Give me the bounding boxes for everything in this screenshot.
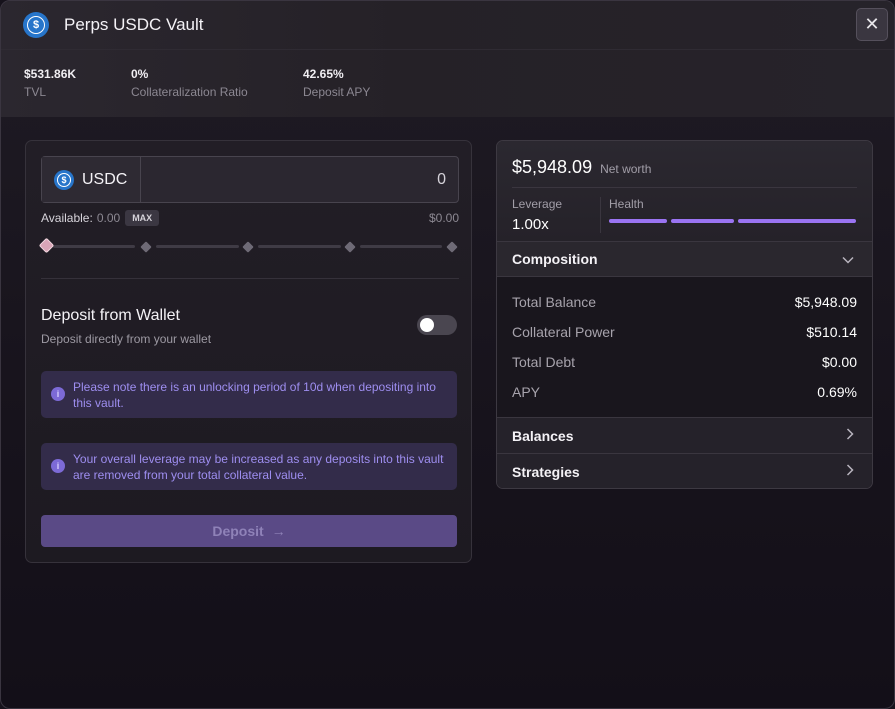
leverage-label: Leverage bbox=[512, 197, 563, 211]
leverage-value: 1.00x bbox=[512, 216, 549, 233]
available-row: Available: 0.00 MAX $0.00 bbox=[41, 210, 459, 226]
chevron-right-icon bbox=[846, 464, 854, 479]
modal-title: Perps USDC Vault bbox=[64, 15, 204, 34]
slider-thumb[interactable] bbox=[38, 237, 55, 254]
stat-value: 0% bbox=[131, 67, 149, 81]
stat-collateralization-ratio: 0% Collateralization Ratio bbox=[131, 67, 248, 99]
net-worth-section: $5,948.09 Net worth Leverage 1.00x Healt… bbox=[497, 141, 872, 241]
balances-label: Balances bbox=[512, 427, 574, 444]
title-row: $ Perps USDC Vault bbox=[23, 12, 204, 38]
slider-track bbox=[258, 245, 341, 248]
health-bar-segment bbox=[609, 219, 667, 223]
vault-header: $ Perps USDC Vault ✕ $531.86K TVL 0% Col… bbox=[1, 1, 894, 117]
vault-modal: $ Perps USDC Vault ✕ $531.86K TVL 0% Col… bbox=[0, 0, 895, 709]
amount-field: $ USDC bbox=[41, 156, 459, 203]
close-button[interactable]: ✕ bbox=[856, 8, 888, 41]
row-label: APY bbox=[512, 384, 541, 400]
composition-row-total-debt: Total Debt $0.00 bbox=[512, 354, 857, 370]
net-worth-divider bbox=[512, 187, 857, 188]
composition-list: Total Balance $5,948.09 Collateral Power… bbox=[497, 277, 872, 417]
usdc-coin-icon: $ bbox=[23, 12, 49, 38]
health: Health bbox=[609, 197, 644, 211]
stat-label: Collateralization Ratio bbox=[131, 85, 248, 99]
stat-tvl: $531.86K TVL bbox=[24, 67, 76, 99]
health-bar-segment bbox=[671, 219, 734, 223]
deposit-button[interactable]: Deposit → bbox=[41, 515, 457, 547]
close-icon: ✕ bbox=[864, 14, 880, 34]
token-symbol: USDC bbox=[82, 170, 128, 188]
usd-value: $0.00 bbox=[428, 211, 459, 225]
section-divider bbox=[41, 278, 459, 279]
row-value: 0.69% bbox=[817, 384, 857, 400]
strategies-label: Strategies bbox=[512, 463, 580, 480]
leverage-notice: i Your overall leverage may be increased… bbox=[41, 443, 457, 490]
row-label: Collateral Power bbox=[512, 324, 615, 340]
available-label: Available: bbox=[41, 211, 93, 225]
account-summary-panel: $5,948.09 Net worth Leverage 1.00x Healt… bbox=[496, 140, 873, 489]
leverage: Leverage 1.00x bbox=[512, 197, 562, 233]
stat-value: $531.86K bbox=[24, 67, 77, 81]
header-divider bbox=[1, 49, 894, 50]
chevron-right-icon bbox=[846, 428, 854, 443]
available-value: 0.00 bbox=[96, 211, 121, 225]
slider-step-50[interactable] bbox=[242, 241, 254, 253]
usdc-coin-icon: $ bbox=[54, 169, 74, 190]
composition-row-apy: APY 0.69% bbox=[512, 384, 857, 400]
composition-row-collateral-power: Collateral Power $510.14 bbox=[512, 324, 857, 340]
stat-label: Deposit APY bbox=[303, 85, 371, 99]
max-button[interactable]: MAX bbox=[125, 210, 160, 226]
notice-text: Your overall leverage may be increased a… bbox=[73, 452, 444, 482]
toggle-knob bbox=[420, 318, 434, 332]
deposit-panel: $ USDC Available: 0.00 MAX $0.00 Deposit… bbox=[25, 140, 472, 563]
composition-row-total-balance: Total Balance $5,948.09 bbox=[512, 294, 857, 310]
row-label: Total Balance bbox=[512, 294, 597, 310]
net-worth-value: $5,948.09 bbox=[512, 157, 593, 177]
vertical-divider bbox=[600, 197, 601, 233]
health-label: Health bbox=[609, 197, 644, 211]
net-worth-label: Net worth bbox=[600, 162, 652, 176]
info-icon: i bbox=[51, 387, 65, 401]
wallet-deposit-toggle[interactable] bbox=[417, 315, 457, 335]
amount-input[interactable] bbox=[141, 157, 458, 202]
unlocking-notice: i Please note there is an unlocking peri… bbox=[41, 371, 457, 418]
row-value: $0.00 bbox=[821, 354, 857, 370]
stat-deposit-apy: 42.65% Deposit APY bbox=[303, 67, 370, 99]
slider-step-25[interactable] bbox=[140, 241, 152, 253]
row-label: Total Debt bbox=[512, 354, 576, 370]
info-icon: i bbox=[51, 459, 65, 473]
stat-value: 42.65% bbox=[303, 67, 344, 81]
token-selector[interactable]: $ USDC bbox=[42, 157, 141, 202]
chevron-down-icon bbox=[842, 252, 854, 267]
composition-accordion[interactable]: Composition bbox=[497, 241, 872, 277]
net-worth: $5,948.09 Net worth bbox=[512, 157, 651, 178]
wallet-deposit-subtitle: Deposit directly from your wallet bbox=[41, 332, 212, 346]
slider-track bbox=[360, 245, 442, 248]
row-value: $5,948.09 bbox=[794, 294, 857, 310]
notice-text: Please note there is an unlocking period… bbox=[73, 380, 436, 410]
amount-slider[interactable] bbox=[38, 237, 459, 254]
slider-track bbox=[53, 245, 135, 248]
deposit-button-label: Deposit bbox=[212, 523, 264, 539]
composition-label: Composition bbox=[512, 251, 598, 267]
wallet-deposit-title: Deposit from Wallet bbox=[41, 307, 180, 324]
balances-accordion[interactable]: Balances bbox=[497, 417, 872, 453]
arrow-right-icon: → bbox=[271, 523, 286, 539]
row-value: $510.14 bbox=[806, 324, 857, 340]
strategies-accordion[interactable]: Strategies bbox=[497, 453, 872, 488]
slider-track bbox=[156, 245, 239, 248]
slider-step-100[interactable] bbox=[446, 241, 458, 253]
stat-label: TVL bbox=[24, 85, 47, 99]
health-bar-segment bbox=[738, 219, 856, 223]
slider-step-75[interactable] bbox=[344, 241, 356, 253]
